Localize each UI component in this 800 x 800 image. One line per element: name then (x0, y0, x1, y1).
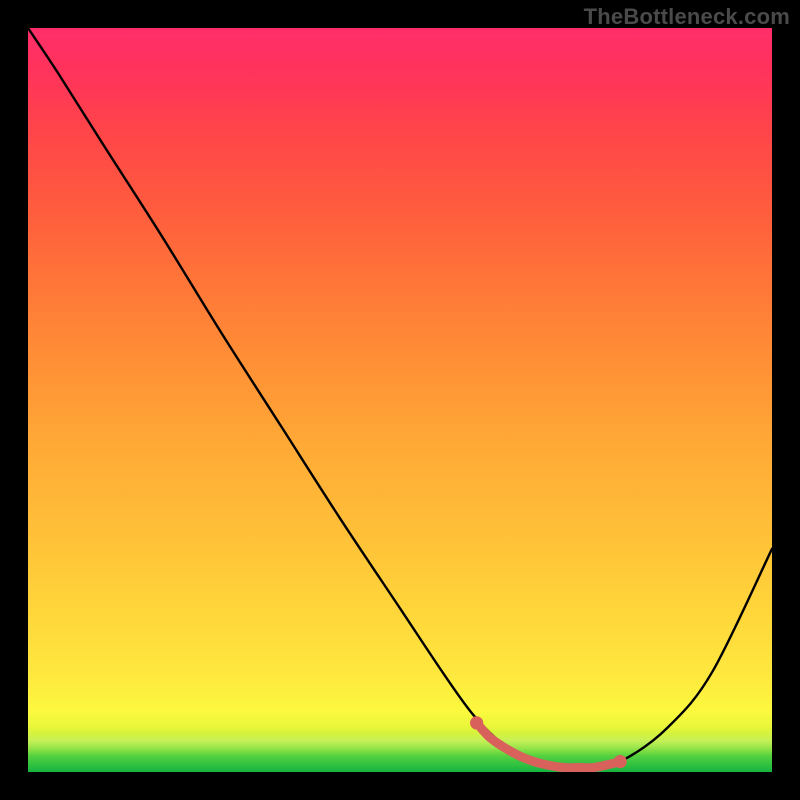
chart-frame: TheBottleneck.com (0, 0, 800, 800)
gradient-background (28, 28, 772, 772)
site-watermark: TheBottleneck.com (584, 4, 790, 30)
plot-area (28, 28, 772, 772)
